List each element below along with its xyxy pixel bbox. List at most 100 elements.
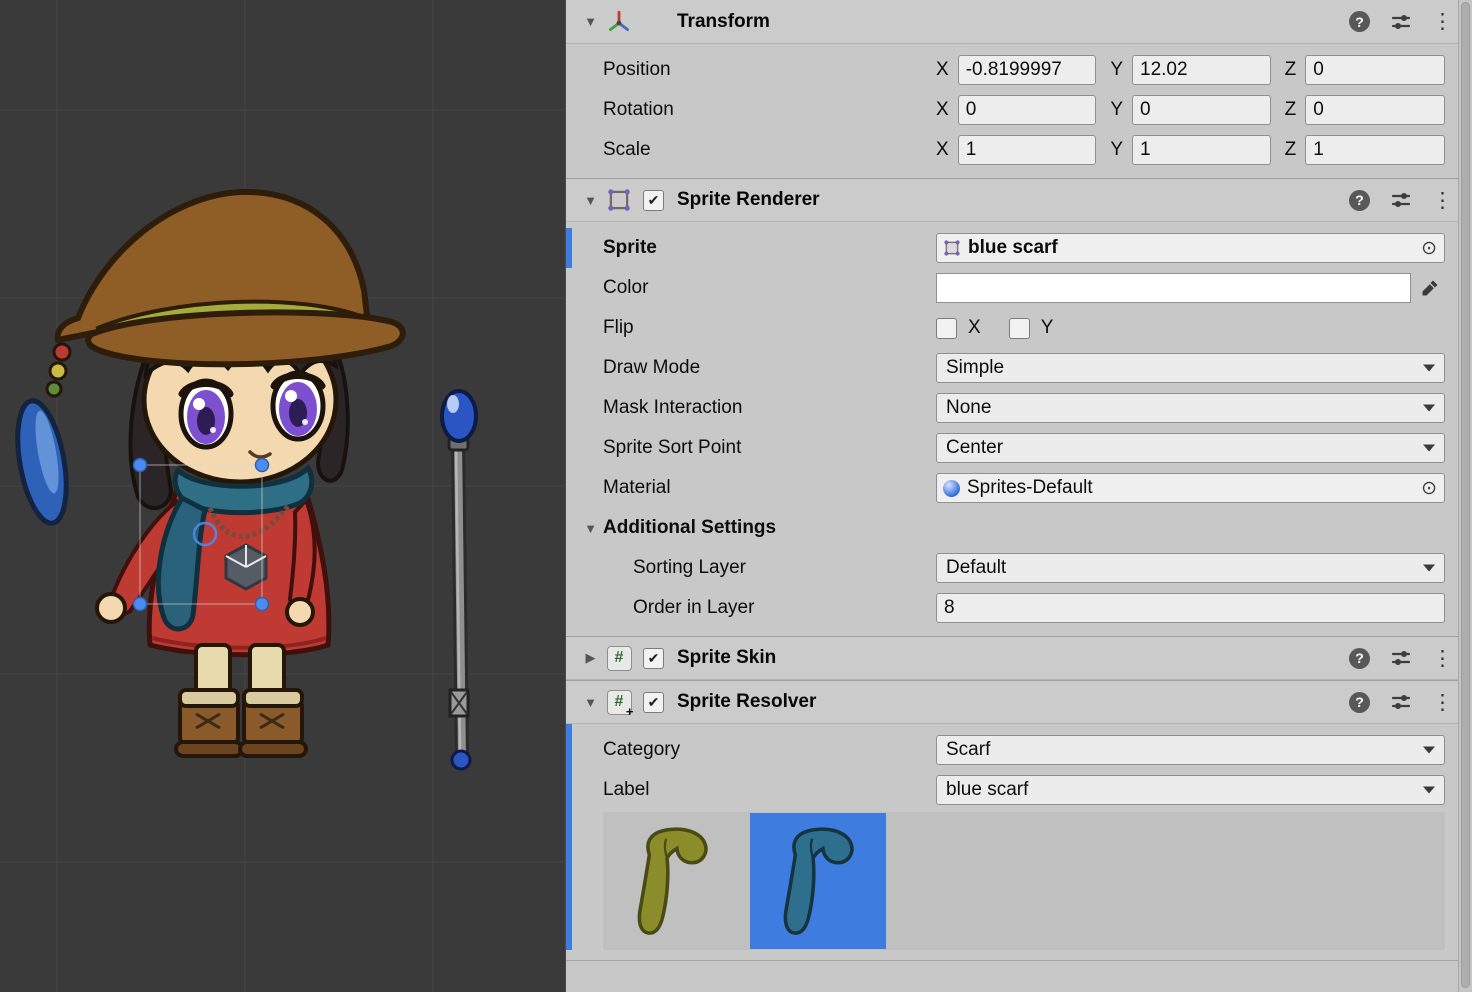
help-icon[interactable]: ? [1349,11,1370,32]
sprite-sort-point-dropdown[interactable]: Center [936,433,1445,463]
enabled-checkbox[interactable]: ✔ [643,190,664,211]
staff-sprite[interactable] [442,391,476,769]
foldout-arrow-icon[interactable]: ▼ [582,193,599,208]
axis-z-label: Z [1285,139,1297,161]
hash-glyph: # [615,650,624,666]
inspector-panel: ▼ Transform ? [565,0,1458,992]
material-object-field[interactable]: Sprites-Default ⊙ [936,473,1445,503]
material-icon [943,480,960,497]
order-in-layer-input[interactable] [936,593,1445,623]
color-swatch[interactable] [936,273,1411,303]
kebab-menu-icon[interactable]: ⋮ [1432,9,1444,34]
label-dropdown[interactable]: blue scarf [936,775,1445,805]
vertical-scrollbar[interactable] [1458,0,1472,992]
category-label: Category [603,739,936,761]
sprite-icon [943,239,961,257]
sprite-resolver-component: ▼ # + ✔ Sprite Resolver ? [566,680,1458,950]
transform-component: ▼ Transform ? [566,0,1458,178]
position-x-input[interactable] [958,55,1097,85]
rotation-x-input[interactable] [958,95,1097,125]
rotation-fields: X Y Z [936,95,1445,125]
material-value: Sprites-Default [967,477,1412,499]
sprite-skin-header[interactable]: ▶ # ✔ Sprite Skin ? [566,636,1458,680]
foldout-arrow-icon[interactable]: ▶ [582,650,599,666]
sprite-thumbnail-blue-scarf[interactable] [750,813,886,949]
mask-interaction-dropdown[interactable]: None [936,393,1445,423]
sprite-skin-title: Sprite Skin [677,647,776,669]
scene-view[interactable] [0,0,565,992]
preset-icon[interactable] [1390,11,1412,33]
inspector-footer [566,960,1458,990]
mask-interaction-label: Mask Interaction [603,397,936,419]
axis-z-label: Z [1285,59,1297,81]
sprite-renderer-header[interactable]: ▼ ✔ Sprite Renderer ? [566,178,1458,222]
eyedropper-icon[interactable] [1415,278,1445,298]
transform-header[interactable]: ▼ Transform ? [566,0,1458,44]
object-picker-icon[interactable]: ⊙ [1419,479,1439,498]
material-row: Material Sprites-Default ⊙ [566,468,1458,508]
position-fields: X Y Z [936,55,1445,85]
chevron-down-icon [1423,405,1435,412]
sprite-skin-component: ▶ # ✔ Sprite Skin ? [566,636,1458,680]
label-row: Label blue scarf [566,770,1458,810]
transform-title: Transform [677,11,770,33]
help-icon[interactable]: ? [1349,190,1370,211]
sprite-sort-point-value: Center [946,437,1003,459]
preset-icon[interactable] [1390,647,1412,669]
unity-editor: ▼ Transform ? [0,0,1472,992]
help-icon[interactable]: ? [1349,648,1370,669]
sprite-sort-point-row: Sprite Sort Point Center [566,428,1458,468]
chevron-down-icon [1423,365,1435,372]
axis-x-label: X [936,59,949,81]
rotation-label: Rotation [603,99,936,121]
draw-mode-dropdown[interactable]: Simple [936,353,1445,383]
sprite-renderer-icon [605,186,633,214]
object-picker-icon[interactable]: ⊙ [1419,239,1439,258]
additional-settings-row[interactable]: ▼ Additional Settings [566,508,1458,548]
sprite-resolver-script-icon: # + [605,688,633,716]
sprite-object-field[interactable]: blue scarf ⊙ [936,233,1445,263]
foldout-arrow-icon[interactable]: ▼ [582,14,599,29]
order-in-layer-label: Order in Layer [603,597,936,619]
flip-x-checkbox[interactable] [936,318,957,339]
help-icon[interactable]: ? [1349,692,1370,713]
position-y-input[interactable] [1132,55,1271,85]
color-label: Color [603,277,936,299]
scale-z-input[interactable] [1305,135,1445,165]
scale-x-input[interactable] [958,135,1097,165]
scale-y-input[interactable] [1132,135,1271,165]
foldout-arrow-icon[interactable]: ▼ [582,695,599,710]
scale-fields: X Y Z [936,135,1445,165]
flip-row: Flip X Y [566,308,1458,348]
character-sprite[interactable] [10,192,403,756]
preset-icon[interactable] [1390,691,1412,713]
foldout-arrow-icon[interactable]: ▼ [582,521,599,536]
scrollbar-thumb[interactable] [1461,2,1470,988]
prefab-override-indicator [566,228,572,268]
sprite-resolver-header[interactable]: ▼ # + ✔ Sprite Resolver ? [566,680,1458,724]
kebab-menu-icon[interactable]: ⋮ [1432,646,1444,671]
plus-glyph: + [626,704,634,719]
rotation-z-input[interactable] [1305,95,1445,125]
preset-icon[interactable] [1390,189,1412,211]
sorting-layer-dropdown[interactable]: Default [936,553,1445,583]
category-value: Scarf [946,739,990,761]
rotation-y-input[interactable] [1132,95,1271,125]
category-dropdown[interactable]: Scarf [936,735,1445,765]
position-z-input[interactable] [1305,55,1445,85]
chevron-down-icon [1423,565,1435,572]
scale-label: Scale [603,139,936,161]
flip-label: Flip [603,317,936,339]
chevron-down-icon [1423,787,1435,794]
enabled-checkbox[interactable]: ✔ [643,648,664,669]
sprite-thumbnail-green-scarf[interactable] [604,813,740,949]
enabled-checkbox[interactable]: ✔ [643,692,664,713]
kebab-menu-icon[interactable]: ⋮ [1432,188,1444,213]
transform-icon [605,8,633,36]
kebab-menu-icon[interactable]: ⋮ [1432,690,1444,715]
axis-y-label: Y [1110,59,1123,81]
sprite-sort-point-label: Sprite Sort Point [603,437,936,459]
category-row: Category Scarf [566,730,1458,770]
header-spacer [643,11,664,32]
flip-y-checkbox[interactable] [1009,318,1030,339]
